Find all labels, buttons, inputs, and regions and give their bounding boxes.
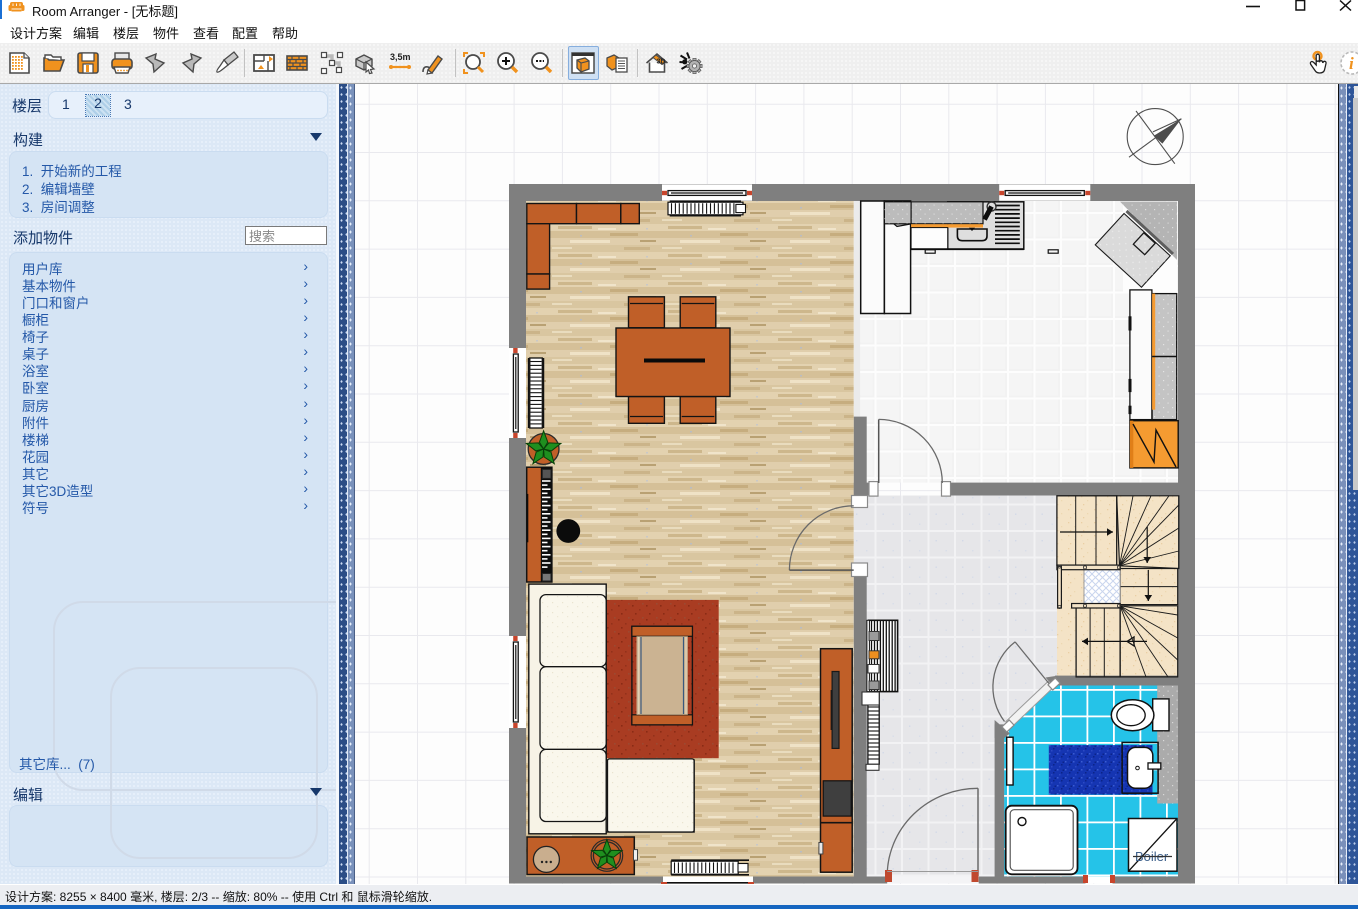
svg-text:3D: 3D <box>657 59 666 66</box>
svg-text:i: i <box>1349 54 1354 73</box>
svg-text:3,5m: 3,5m <box>390 52 411 62</box>
